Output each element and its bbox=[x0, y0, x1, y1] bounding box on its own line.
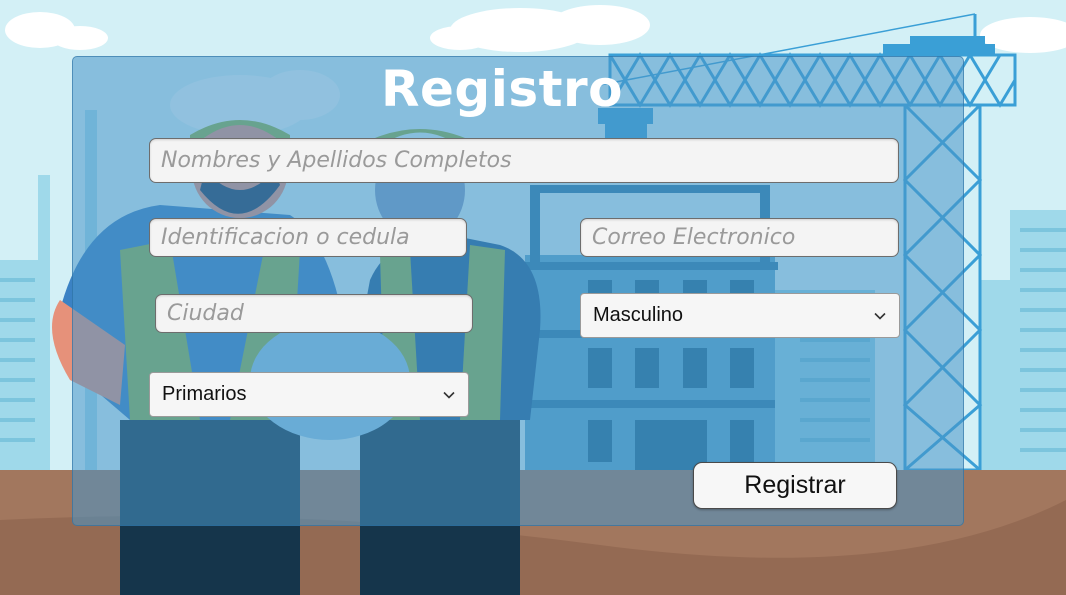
gender-select[interactable]: Masculino bbox=[580, 293, 900, 338]
email-input[interactable] bbox=[592, 225, 898, 250]
education-select[interactable]: Primarios bbox=[149, 372, 469, 417]
city-input[interactable] bbox=[167, 301, 472, 326]
full-name-field[interactable] bbox=[149, 138, 899, 183]
education-select-value: Primarios bbox=[162, 383, 247, 405]
gender-select-value: Masculino bbox=[593, 304, 684, 326]
page-title: Registro bbox=[380, 60, 623, 118]
registration-panel bbox=[72, 56, 964, 526]
chevron-down-icon bbox=[874, 312, 886, 320]
full-name-input[interactable] bbox=[161, 148, 898, 173]
register-button[interactable]: Registrar bbox=[693, 462, 897, 509]
id-number-field[interactable] bbox=[149, 218, 467, 257]
city-field[interactable] bbox=[155, 294, 473, 333]
id-number-input[interactable] bbox=[161, 225, 466, 250]
chevron-down-icon bbox=[443, 391, 455, 399]
email-field[interactable] bbox=[580, 218, 899, 257]
